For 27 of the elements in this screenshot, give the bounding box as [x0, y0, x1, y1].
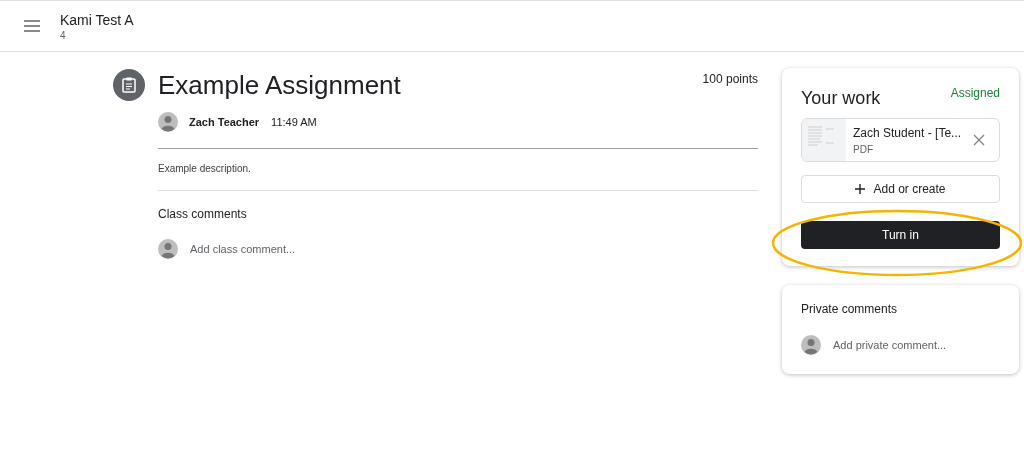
add-or-create-button[interactable]: Add or create	[801, 175, 1000, 203]
avatar-icon	[801, 335, 821, 355]
assignment-description: Example description.	[158, 162, 252, 176]
turn-in-button[interactable]: Turn in	[801, 221, 1000, 249]
avatar-icon	[158, 239, 178, 259]
private-comment-field[interactable]: Add private comment...	[833, 336, 1000, 354]
class-name: Kami Test A	[60, 11, 134, 30]
author-name: Zach Teacher	[189, 114, 260, 130]
attachment-card[interactable]: Zach Student - [Te... PDF	[801, 118, 1000, 162]
close-icon	[973, 134, 985, 146]
your-work-title: Your work	[801, 87, 881, 110]
class-section: 4	[60, 30, 134, 42]
assignment-icon	[113, 69, 145, 101]
class-comment-field[interactable]: Add class comment...	[190, 240, 490, 258]
private-comments-heading: Private comments	[801, 301, 899, 318]
class-comments-heading: Class comments	[158, 206, 248, 223]
close-button[interactable]	[973, 134, 985, 146]
status-label: Assigned	[950, 85, 1000, 102]
document-thumbnail-icon	[802, 119, 846, 161]
attachment-name: Zach Student - [Te...	[853, 124, 963, 142]
plus-icon	[855, 184, 866, 194]
points: 100 points	[702, 71, 758, 88]
menu-icon	[24, 20, 40, 32]
assignment-title: Example Assignment	[158, 69, 401, 102]
attachment-type: PDF	[853, 142, 874, 157]
post-time: 11:49 AM	[271, 114, 317, 130]
avatar-icon	[158, 112, 178, 132]
